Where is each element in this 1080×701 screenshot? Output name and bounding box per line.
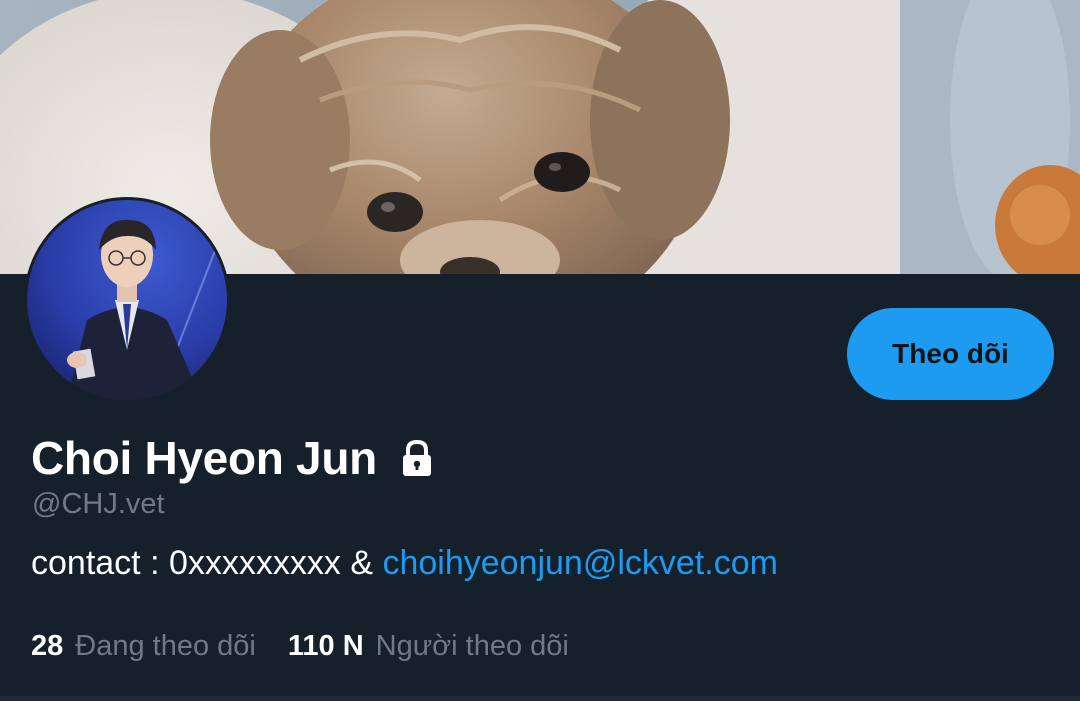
profile-avatar[interactable]: [24, 197, 230, 403]
name-row: Choi Hyeon Jun: [31, 428, 437, 488]
following-stat[interactable]: 28 Đang theo dõi: [31, 630, 256, 663]
lock-icon: [397, 438, 437, 478]
bio-text: contact : 0xxxxxxxxx &: [31, 544, 383, 582]
followers-stat[interactable]: 110 N Người theo dõi: [288, 630, 569, 663]
profile-stats: 28 Đang theo dõi 110 N Người theo dõi: [31, 630, 569, 663]
avatar-photo: [27, 200, 227, 400]
followers-label: Người theo dõi: [375, 630, 569, 662]
bottom-divider: [0, 696, 1080, 701]
profile-bio: contact : 0xxxxxxxxx & choihyeonjun@lckv…: [31, 544, 778, 583]
bio-email-link[interactable]: choihyeonjun@lckvet.com: [382, 544, 777, 582]
profile-page: Theo dõi Choi Hyeon Jun @CHJ.vet contact…: [0, 0, 1080, 701]
follow-button[interactable]: Theo dõi: [847, 308, 1054, 400]
profile-handle: @CHJ.vet: [32, 488, 165, 520]
following-label: Đang theo dõi: [75, 630, 256, 662]
display-name: Choi Hyeon Jun: [31, 432, 377, 484]
followers-count: 110 N: [287, 630, 364, 662]
following-count: 28: [31, 630, 64, 662]
